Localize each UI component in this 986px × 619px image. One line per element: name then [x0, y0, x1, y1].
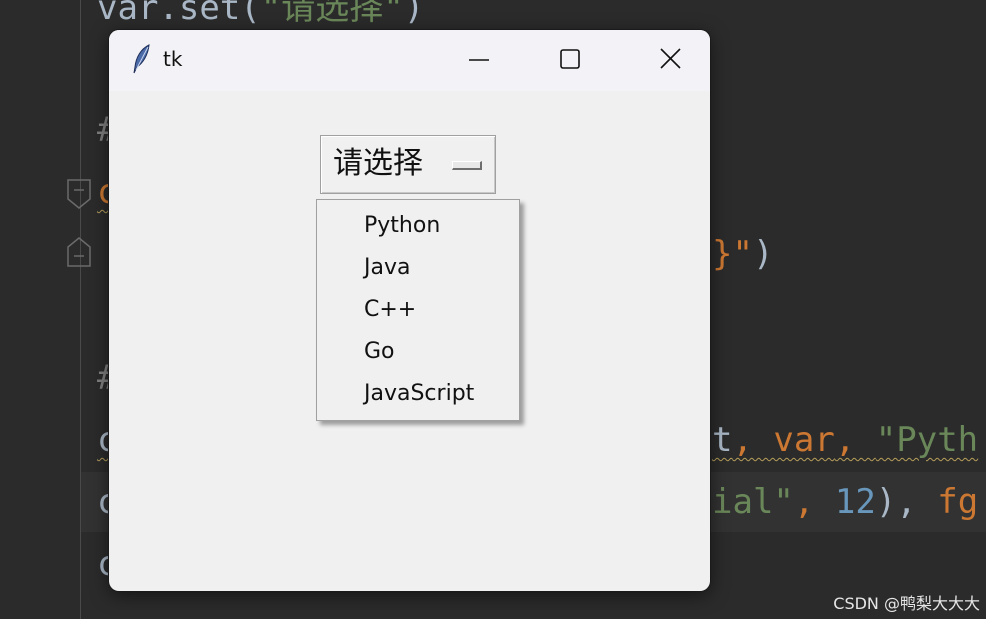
code-brace: }" — [712, 234, 753, 274]
code-line-1: var.set("请选择") — [97, 0, 424, 28]
option-menu-dropdown[interactable]: Python Java C++ Go JavaScript — [316, 199, 520, 421]
minimize-icon — [469, 59, 489, 61]
code-token: var.set( — [97, 0, 261, 28]
title-bar[interactable]: tk — [109, 30, 710, 91]
code-line-6-tail: t, var, "Pyth — [712, 420, 978, 460]
code-token: ) — [752, 234, 774, 274]
gutter-divider — [80, 0, 81, 619]
menu-item-python[interactable]: Python — [364, 205, 440, 247]
window-title: tk — [163, 47, 183, 71]
close-icon — [660, 48, 681, 69]
fold-end-icon[interactable] — [67, 179, 91, 209]
minimize-button[interactable] — [433, 30, 525, 91]
code-token: , var — [732, 420, 835, 460]
code-token: ), — [875, 482, 938, 522]
menu-item-go[interactable]: Go — [364, 331, 395, 373]
menu-item-java[interactable]: Java — [364, 247, 410, 289]
code-string: ial" — [712, 482, 794, 522]
code-token: , — [793, 482, 835, 522]
feather-icon — [133, 44, 150, 74]
code-token: , — [834, 420, 876, 460]
code-token: fg — [937, 482, 979, 522]
code-line-7-tail: ial", 12), fg — [712, 482, 978, 522]
maximize-button[interactable] — [525, 30, 617, 91]
close-button[interactable] — [617, 30, 709, 91]
language-option-menu[interactable]: 请选择 — [320, 135, 496, 194]
fold-start-icon[interactable] — [67, 237, 91, 267]
code-line-4: }") — [712, 234, 773, 274]
menu-item-javascript[interactable]: JavaScript — [364, 373, 474, 415]
option-menu-indicator-icon[interactable] — [452, 161, 482, 170]
menu-item-cpp[interactable]: C++ — [364, 289, 416, 331]
code-number: 12 — [834, 482, 876, 522]
code-token: ) — [403, 0, 425, 28]
option-menu-selected: 请选择 — [333, 146, 423, 181]
watermark: CSDN @鸭梨大大大 — [833, 594, 980, 613]
code-string: "请选择" — [260, 0, 404, 28]
maximize-icon — [560, 49, 580, 69]
code-string: "Pyth — [875, 420, 979, 460]
code-token: t — [712, 420, 733, 460]
